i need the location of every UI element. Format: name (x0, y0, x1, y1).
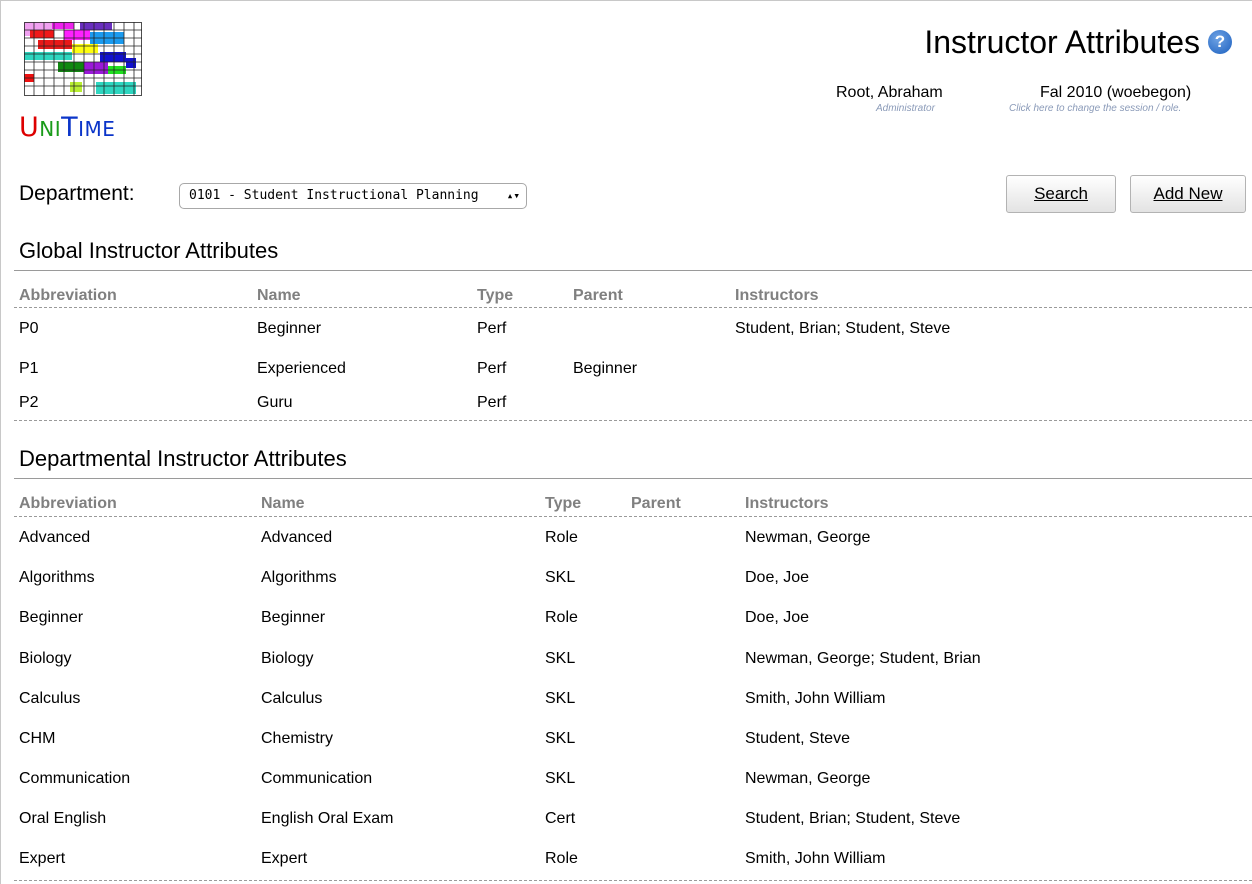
dept-col-parent[interactable]: Parent (631, 495, 681, 513)
global-header-divider (14, 307, 1252, 308)
cell-type: SKL (545, 690, 576, 707)
cell-name: Guru (257, 394, 293, 411)
cell-abbreviation: Beginner (19, 609, 84, 626)
cell-name: English Oral Exam (261, 810, 394, 827)
cell-instructors: Newman, George (745, 529, 871, 546)
cell-type: SKL (545, 569, 576, 586)
department-label: Department: (19, 182, 135, 205)
cell-abbreviation: P2 (19, 394, 39, 411)
global-table-bottom-divider (14, 420, 1252, 421)
cell-abbreviation: Advanced (19, 529, 91, 546)
cell-instructors: Doe, Joe (745, 569, 810, 586)
cell-name: Biology (261, 650, 314, 667)
departmental-section-divider (14, 478, 1252, 479)
dept-table-bottom-divider (14, 880, 1252, 881)
cell-abbreviation: Oral English (19, 810, 107, 827)
cell-name: Expert (261, 850, 308, 867)
cell-name: Beginner (261, 609, 326, 626)
cell-abbreviation: CHM (19, 730, 56, 747)
session-change-hint[interactable]: Click here to change the session / role. (1009, 103, 1181, 114)
cell-abbreviation: P1 (19, 360, 39, 377)
cell-abbreviation: Expert (19, 850, 66, 867)
cell-instructors: Student, Steve (745, 730, 850, 747)
cell-type: Role (545, 850, 578, 867)
session-name[interactable]: Fal 2010 (woebegon) (1040, 84, 1191, 102)
global-col-instructors[interactable]: Instructors (735, 287, 819, 305)
global-col-abbreviation[interactable]: Abbreviation (19, 287, 117, 305)
cell-instructors: Smith, John William (745, 690, 886, 707)
cell-name: Chemistry (261, 730, 334, 747)
dept-col-type[interactable]: Type (545, 495, 581, 513)
cell-name: Beginner (257, 320, 322, 337)
add-new-button[interactable]: Add New (1130, 175, 1246, 213)
cell-type: SKL (545, 650, 576, 667)
departmental-attributes-title: Departmental Instructor Attributes (19, 446, 347, 471)
cell-instructors: Doe, Joe (745, 609, 810, 626)
global-col-parent[interactable]: Parent (573, 287, 623, 305)
department-select-value: 0101 - Student Instructional Planning (189, 188, 479, 203)
cell-name: Algorithms (261, 569, 337, 586)
user-name[interactable]: Root, Abraham (836, 84, 943, 102)
page-frame-left (0, 0, 1, 884)
logo-text-t: T (61, 112, 79, 143)
cell-parent: Beginner (573, 360, 638, 377)
cell-abbreviation: Algorithms (19, 569, 95, 586)
cell-type: Role (545, 529, 578, 546)
unitime-logo-graphic[interactable] (24, 22, 142, 96)
cell-name: Calculus (261, 690, 323, 707)
unitime-logo-text[interactable]: UNITIME (19, 112, 115, 143)
logo-text-ni: NI (39, 117, 62, 141)
cell-type: SKL (545, 730, 576, 747)
cell-instructors: Student, Brian; Student, Steve (735, 320, 951, 337)
logo-text-ime: IME (78, 117, 116, 141)
cell-abbreviation: Calculus (19, 690, 81, 707)
help-icon[interactable]: ? (1208, 30, 1232, 54)
cell-type: SKL (545, 770, 576, 787)
cell-instructors: Newman, George; Student, Brian (745, 650, 981, 667)
cell-type: Role (545, 609, 578, 626)
cell-abbreviation: P0 (19, 320, 39, 337)
department-select[interactable]: 0101 - Student Instructional Planning ▴▾ (179, 183, 527, 209)
search-button[interactable]: Search (1006, 175, 1116, 213)
cell-name: Experienced (257, 360, 346, 377)
dept-col-instructors[interactable]: Instructors (745, 495, 829, 513)
cell-name: Advanced (261, 529, 333, 546)
global-attributes-title: Global Instructor Attributes (19, 238, 279, 263)
cell-instructors: Newman, George (745, 770, 871, 787)
select-arrows-icon: ▴▾ (506, 189, 520, 202)
page-frame-top (0, 0, 1252, 1)
dept-header-divider (14, 516, 1252, 517)
cell-type: Cert (545, 810, 576, 827)
global-col-name[interactable]: Name (257, 287, 301, 305)
cell-abbreviation: Biology (19, 650, 72, 667)
cell-abbreviation: Communication (19, 770, 131, 787)
global-section-divider (14, 270, 1252, 271)
user-role: Administrator (876, 103, 935, 114)
dept-col-name[interactable]: Name (261, 495, 305, 513)
global-col-type[interactable]: Type (477, 287, 513, 305)
cell-type: Perf (477, 360, 507, 377)
cell-name: Communication (261, 770, 373, 787)
dept-col-abbreviation[interactable]: Abbreviation (19, 495, 117, 513)
page-title: Instructor Attributes (924, 24, 1200, 60)
cell-instructors: Smith, John William (745, 850, 886, 867)
cell-type: Perf (477, 320, 507, 337)
logo-text-u: U (19, 112, 40, 143)
cell-type: Perf (477, 394, 507, 411)
cell-instructors: Student, Brian; Student, Steve (745, 810, 961, 827)
